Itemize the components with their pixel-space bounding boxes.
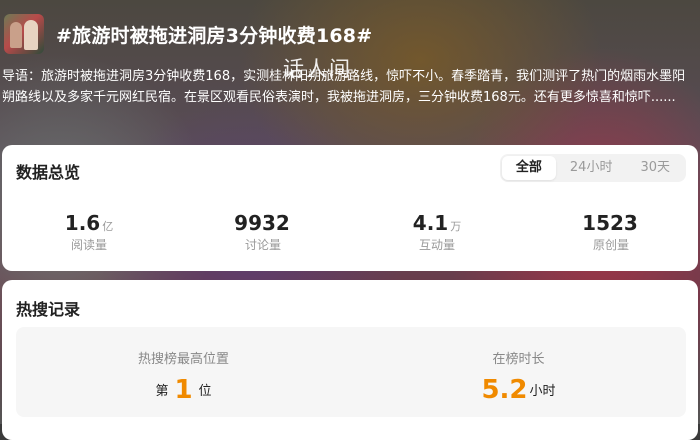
stat-value: 1.6: [64, 211, 101, 235]
stat-unit: 亿: [102, 220, 114, 233]
stat-interaction-count: 4.1 万 互动量: [350, 211, 524, 253]
stat-read-count: 1.6 亿 阅读量: [2, 211, 176, 253]
tab-all[interactable]: 全部: [501, 156, 556, 180]
tab-24h[interactable]: 24小时: [556, 156, 627, 180]
stat-label: 互动量: [418, 238, 455, 252]
peak-rank: 热搜榜最高位置 第1位: [16, 327, 351, 417]
topic-title: #旅游时被拖进洞房3分钟收费168#: [56, 25, 373, 47]
duration-unit: 小时: [529, 384, 556, 399]
overview-title: 数据总览: [16, 163, 81, 182]
stat-unit: 万: [450, 220, 462, 233]
topic-header: #旅游时被拖进洞房3分钟收费168# 话人间 导语：旅游时被拖进洞房3分钟收费1…: [0, 0, 700, 140]
duration-label: 在榜时长: [492, 352, 545, 367]
on-list-duration: 在榜时长 5.2 小时: [351, 327, 686, 417]
peak-rank-label: 热搜榜最高位置: [137, 352, 229, 367]
duration-value: 5.2: [481, 375, 528, 405]
stat-discussion-count: 9932 讨论量: [176, 211, 350, 253]
stat-label: 阅读量: [70, 238, 107, 252]
stat-value: 1523: [582, 211, 638, 235]
stat-label: 原创量: [592, 238, 629, 252]
hot-search-panel: 热搜榜最高位置 第1位 在榜时长 5.2 小时: [16, 327, 686, 417]
stats-row: 1.6 亿 阅读量 9932 讨论量 4.1 万 互动量 1523 原创量: [2, 211, 698, 253]
hot-search-card: 热搜记录 热搜榜最高位置 第1位 在榜时长 5.2 小时: [2, 280, 698, 440]
data-overview-card: 数据总览 全部 24小时 30天 1.6 亿 阅读量 9932 讨论量 4.1 万 …: [2, 145, 698, 271]
stat-value: 4.1: [412, 211, 449, 235]
stat-label: 讨论量: [244, 238, 281, 252]
tab-30d[interactable]: 30天: [626, 156, 684, 180]
topic-intro: 导语：旅游时被拖进洞房3分钟收费168，实测桂林阳朔旅游路线，惊吓不小。春季踏青…: [2, 69, 686, 105]
peak-rank-prefix: 第: [155, 384, 169, 399]
peak-rank-suffix: 位: [198, 384, 212, 399]
stat-value: 9932: [234, 211, 290, 235]
peak-rank-value: 1: [174, 375, 193, 405]
avatar[interactable]: [4, 14, 44, 54]
time-range-tabs: 全部 24小时 30天: [499, 154, 686, 182]
hot-search-title: 热搜记录: [16, 300, 81, 319]
stat-original-count: 1523 原创量: [524, 211, 698, 253]
